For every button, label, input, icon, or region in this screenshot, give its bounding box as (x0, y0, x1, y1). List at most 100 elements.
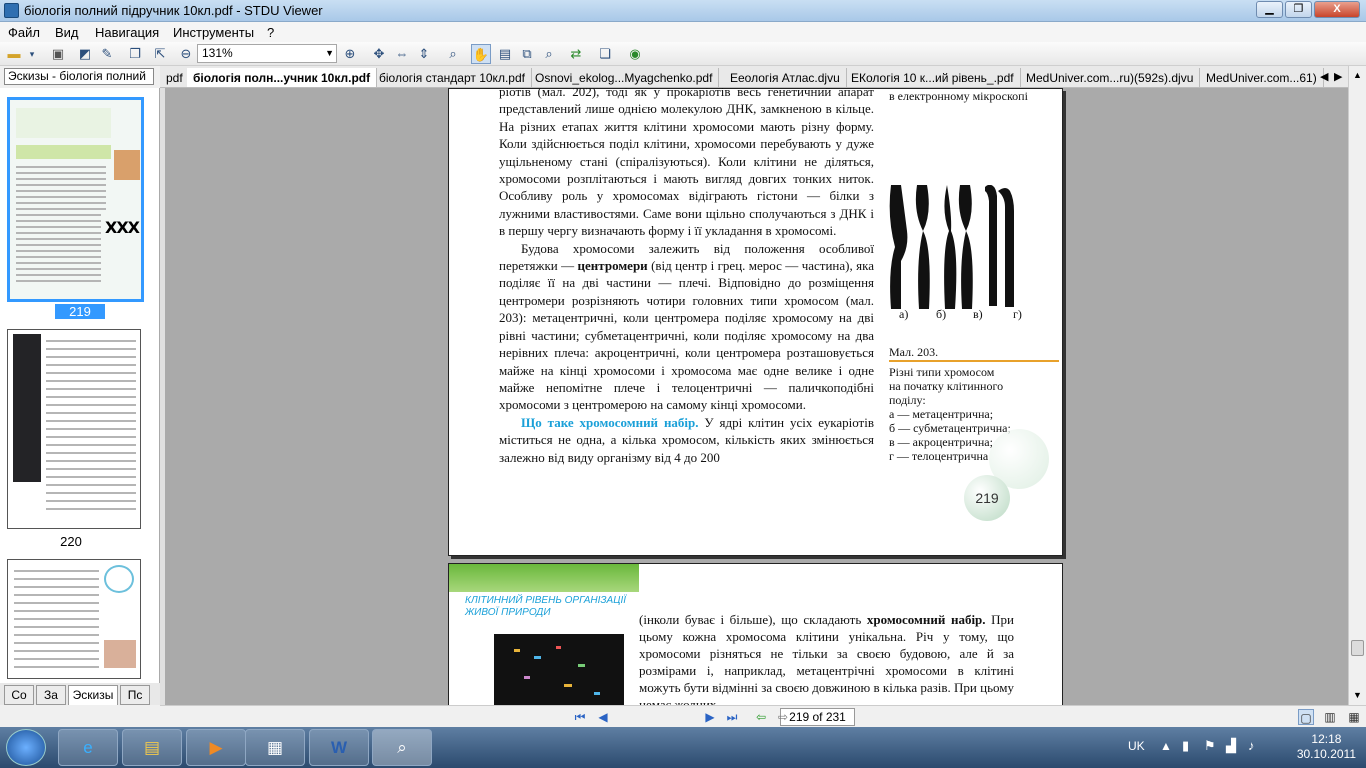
grass-banner (449, 564, 639, 592)
two-page-view-icon[interactable]: ▥ (1322, 709, 1338, 725)
thumb-highlight-block (16, 145, 111, 159)
tab-thumbnails[interactable]: Эскизы (68, 685, 118, 705)
menu-tools[interactable]: Инструменты (173, 25, 254, 40)
tab-contents[interactable]: Со (4, 685, 34, 705)
action-center-icon[interactable]: ⚑ (1204, 738, 1216, 754)
show-hidden-icons-icon[interactable]: ▲ (1160, 739, 1172, 753)
maximize-button[interactable]: ❐ (1285, 1, 1312, 18)
toolbar: ▬ ▾ ▣ ◩ ✎ ❐ ⇱ ⊖ 131% ▼ ⊕ ✥ ⇔ ⇕ ⌕ ✋ ▤ ⧉ ⌕ … (0, 42, 1366, 66)
app-icon (4, 3, 19, 18)
battery-icon[interactable]: ▮ (1182, 738, 1189, 754)
thumb-molecule-image (104, 565, 134, 593)
thumbnail-page-219[interactable]: XXX (7, 97, 144, 302)
sync-icon[interactable]: ⇄ (566, 44, 586, 64)
menu-view[interactable]: Вид (55, 25, 79, 40)
fit-page-icon[interactable]: ✥ (369, 44, 389, 64)
previous-page-icon[interactable]: ◀ (595, 709, 611, 725)
hand-tool-icon[interactable]: ✋ (471, 44, 491, 64)
taskbar-explorer-icon[interactable]: ▤ (122, 729, 182, 766)
grid-view-icon[interactable]: ▦ (1346, 709, 1362, 725)
taskbar-stdu-viewer-icon[interactable]: ⌕ (372, 729, 432, 766)
taskbar-word-icon[interactable]: W (309, 729, 369, 766)
scroll-up-icon[interactable]: ▲ (1353, 70, 1362, 80)
open-dropdown-icon[interactable]: ▾ (22, 44, 42, 64)
network-icon[interactable]: ▟ (1226, 738, 1236, 754)
tab-doc-1[interactable]: біологія полн...учник 10кл.pdf (187, 68, 378, 87)
document-viewer[interactable]: ріотів (мал. 202), тоді як у прокаріотів… (165, 88, 1348, 705)
vertical-scrollbar[interactable]: ▲ ▼ (1348, 66, 1366, 705)
tab-doc-6[interactable]: MedUniver.com...ru)(592s).djvu (1020, 68, 1201, 87)
paragraph-2: Будова хромосоми залежить від положення … (499, 240, 874, 414)
tab-scroll-left-icon[interactable]: ◀ (1320, 70, 1328, 83)
main-text-column: ріотів (мал. 202), тоді як у прокаріотів… (499, 88, 874, 466)
zoom-out-icon[interactable]: ⊖ (176, 44, 196, 64)
back-icon[interactable]: ⇦ (753, 709, 769, 725)
sidebar-tabs: Со За Эскизы Пс (0, 683, 160, 705)
next-page-icon[interactable]: ▶ (702, 709, 718, 725)
first-page-icon[interactable]: ⏮ (572, 709, 588, 725)
taskbar-calculator-icon[interactable]: ▦ (245, 729, 305, 766)
chapter-banner: КЛІТИННИЙ РІВЕНЬ ОРГАНІЗАЦІЇ ЖИВОЇ ПРИРО… (465, 595, 627, 618)
language-indicator[interactable]: UK (1128, 739, 1145, 753)
paragraph-1: ріотів (мал. 202), тоді як у прокаріотів… (499, 88, 874, 239)
taskbar: e ▤ ▶ ▦ W ⌕ UK ▲ ▮ ⚑ ▟ ♪ 12:18 30.10.201… (0, 727, 1366, 768)
clock[interactable]: 12:18 30.10.2011 (1297, 732, 1356, 762)
minimize-button[interactable]: ▁ (1256, 1, 1283, 18)
print-icon[interactable]: ▣ (48, 44, 68, 64)
forward-icon[interactable]: ⇨ (775, 709, 791, 725)
clock-date: 30.10.2011 (1296, 747, 1356, 761)
single-page-view-icon[interactable]: ▢ (1298, 709, 1314, 725)
menu-help[interactable]: ? (267, 25, 274, 40)
copy-page-icon[interactable]: ❐ (125, 44, 145, 64)
last-page-icon[interactable]: ⏭ (724, 709, 740, 725)
thumb-karyotype-images (13, 334, 41, 482)
tab-doc-2[interactable]: біологія стандарт 10кл.pdf (373, 68, 532, 87)
fit-height-icon[interactable]: ⇕ (414, 44, 434, 64)
volume-icon[interactable]: ♪ (1248, 738, 1255, 753)
chevron-down-icon: ▼ (325, 48, 334, 58)
thumbnail-page-221[interactable] (7, 559, 141, 679)
new-window-icon[interactable]: ❏ (595, 44, 615, 64)
karyotype-photo (494, 634, 624, 705)
scroll-down-icon[interactable]: ▼ (1353, 690, 1362, 700)
select-image-icon[interactable]: ▤ (495, 44, 515, 64)
caption-line: а — метацентрична; (889, 407, 994, 421)
thumbnail-pane[interactable]: XXX 219 220 (0, 88, 160, 683)
select-text-icon[interactable]: ⌕ (443, 44, 463, 64)
scrollbar-thumb[interactable] (1351, 640, 1364, 656)
taskbar-ie-icon[interactable]: e (58, 729, 118, 766)
title-bar: біологія полний підручник 10кл.pdf - STD… (0, 0, 1366, 22)
paragraph-2-end: (від центр і грец. мерос — частина), яка… (499, 258, 874, 413)
page-220: КЛІТИННИЙ РІВЕНЬ ОРГАНІЗАЦІЇ ЖИВОЇ ПРИРО… (448, 563, 1063, 705)
fit-width-icon[interactable]: ⇔ (392, 44, 412, 64)
web-icon[interactable]: ◉ (625, 44, 645, 64)
thumbnail-label: 220 (60, 534, 82, 549)
thumb-photo (114, 150, 140, 180)
tab-bookmarks[interactable]: За (36, 685, 66, 705)
tab-doc-4[interactable]: Еeологія Атлас.djvu (724, 68, 847, 87)
tab-doc-7[interactable]: MedUniver.com...61) (1200, 68, 1324, 87)
page2-text: (інколи буває і більше), що складають хр… (639, 611, 1014, 705)
figure-label-b: б) (936, 307, 947, 321)
open-folder-icon[interactable]: ▬ (4, 44, 24, 64)
start-button[interactable] (6, 729, 46, 766)
close-button[interactable]: X (1314, 1, 1360, 18)
tab-doc-5[interactable]: ЕКологія 10 к...ий рівень_.pdf (845, 68, 1021, 87)
edit-icon[interactable]: ✎ (97, 44, 117, 64)
menu-navigation[interactable]: Навигация (95, 25, 159, 40)
zoom-select[interactable]: 131% ▼ (197, 44, 337, 63)
tab-doc-0[interactable]: pdf (160, 68, 190, 87)
snapshot-icon[interactable]: ⧉ (517, 44, 537, 64)
tab-search[interactable]: Пс (120, 685, 150, 705)
taskbar-media-player-icon[interactable]: ▶ (186, 729, 246, 766)
page-number-input[interactable]: 219 of 231 (780, 708, 855, 726)
page-number-badge: 219 (964, 475, 1010, 521)
export-icon[interactable]: ⇱ (150, 44, 170, 64)
search-icon[interactable]: ⌕ (539, 44, 559, 64)
thumbnail-page-220[interactable] (7, 329, 141, 529)
properties-icon[interactable]: ◩ (75, 44, 95, 64)
menu-file[interactable]: Файл (8, 25, 40, 40)
zoom-in-icon[interactable]: ⊕ (340, 44, 360, 64)
tab-doc-3[interactable]: Osnovi_ekolog...Myagchenko.pdf (529, 68, 720, 87)
tab-scroll-right-icon[interactable]: ▶ (1334, 70, 1342, 83)
